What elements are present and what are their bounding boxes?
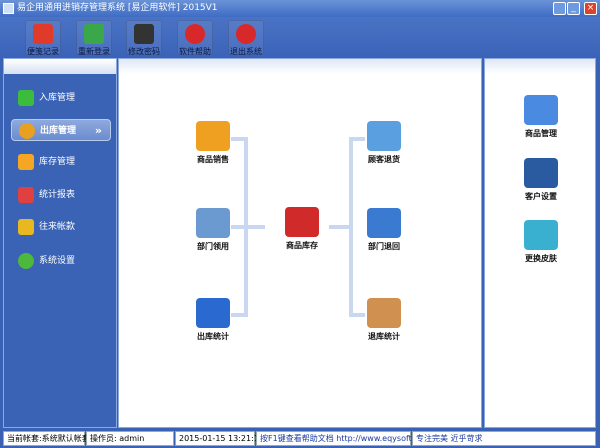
pie-chart-icon	[19, 123, 35, 139]
status-operator: 操作员: admin	[86, 431, 174, 446]
close-button[interactable]: ×	[584, 2, 597, 15]
folder-icon	[196, 208, 230, 238]
sidebar-item-label: 统计报表	[39, 190, 76, 200]
sidebar-item-4[interactable]: 往来帐款	[11, 216, 111, 238]
node-label: 部门领用	[197, 242, 229, 251]
sidebar-item-label: 出库管理	[40, 126, 77, 136]
node-label: 顾客退货	[368, 155, 400, 164]
minimize-button[interactable]: _	[567, 2, 580, 15]
sidebar-item-label: 库存管理	[39, 157, 76, 167]
help-icon	[185, 24, 205, 44]
node-label: 客户设置	[525, 192, 557, 201]
dollar-icon	[18, 219, 34, 235]
magic-wand-button[interactable]: 修改密码	[126, 20, 162, 56]
sidebar-item-3[interactable]: 统计报表	[11, 184, 111, 206]
toolbar-label: 重新登录	[78, 47, 110, 56]
title-bar: 易企用通用进销存管理系统 [易企用软件] 2015V1	[0, 0, 600, 17]
shortcut-2[interactable]: 更换皮肤	[511, 220, 571, 264]
power-icon	[236, 24, 256, 44]
shortcut-0[interactable]: 商品管理	[511, 95, 571, 139]
flow-node-left-0[interactable]: 商品销售	[183, 121, 243, 165]
flow-node-right-1[interactable]: 部门退回	[354, 208, 414, 252]
documents-icon	[524, 95, 558, 125]
flow-node-left-2[interactable]: 出库统计	[183, 298, 243, 342]
node-label: 商品管理	[525, 129, 557, 138]
status-account: 当前帐套:系统默认帐套	[3, 431, 90, 446]
sidebar-item-0[interactable]: 入库管理	[11, 87, 111, 109]
toolbar-label: 修改密码	[128, 47, 160, 56]
customers-icon	[524, 158, 558, 188]
truck-icon	[196, 121, 230, 151]
house-icon	[285, 207, 319, 237]
magic-wand-icon	[134, 24, 154, 44]
power-button[interactable]: 退出系统	[228, 20, 264, 56]
plus-icon	[18, 90, 34, 106]
help-button[interactable]: 软件帮助	[177, 20, 213, 56]
node-label: 商品销售	[197, 155, 229, 164]
gear-icon	[18, 253, 34, 269]
cart-icon	[367, 121, 401, 151]
node-label: 部门退回	[368, 242, 400, 251]
app-icon	[3, 3, 14, 14]
window-title: 易企用通用进销存管理系统 [易企用软件] 2015V1	[17, 3, 218, 13]
toolbar-label: 便笺记录	[27, 47, 59, 56]
users-icon	[84, 24, 104, 44]
node-label: 出库统计	[197, 332, 229, 341]
flow-node-left-1[interactable]: 部门领用	[183, 208, 243, 252]
shortcut-1[interactable]: 客户设置	[511, 158, 571, 202]
status-bar: 当前帐套:系统默认帐套 操作员: admin 2015-01-15 13:21:…	[0, 428, 600, 448]
sidebar-item-label: 系统设置	[39, 256, 76, 266]
cursor-icon	[196, 298, 230, 328]
flow-node-right-2[interactable]: 退库统计	[354, 298, 414, 342]
flow-node-right-0[interactable]: 顾客退货	[354, 121, 414, 165]
node-label: 退库统计	[368, 332, 400, 341]
box-icon	[367, 298, 401, 328]
status-help[interactable]: 按F1键查看帮助文档 http://www.eqysoft.com/	[256, 431, 434, 446]
node-label: 更换皮肤	[525, 254, 557, 263]
sidebar-item-1[interactable]: 出库管理 »	[11, 119, 111, 141]
toolbar: 便笺记录 重新登录 修改密码 软件帮助 退出系统	[0, 17, 600, 58]
users-button[interactable]: 重新登录	[76, 20, 112, 56]
shortcut-panel: 商品管理客户设置更换皮肤	[484, 58, 596, 428]
sidebar-item-5[interactable]: 系统设置	[11, 250, 111, 272]
minimize-button-2[interactable]	[553, 2, 566, 15]
node-label: 商品库存	[286, 241, 318, 250]
flow-node-center[interactable]: 商品库存	[272, 207, 332, 251]
toolbar-label: 退出系统	[230, 47, 262, 56]
star-icon	[18, 154, 34, 170]
flow-panel: 商品销售部门领用出库统计 商品库存 顾客退货部门退回退库统计	[118, 58, 482, 428]
sidebar-item-label: 入库管理	[39, 93, 76, 103]
database-icon	[367, 208, 401, 238]
status-datetime: 2015-01-15 13:21:16	[175, 431, 264, 446]
status-slogan: 专注完美 近乎苛求	[412, 431, 596, 446]
cubes-icon	[524, 220, 558, 250]
toolbar-label: 软件帮助	[179, 47, 211, 56]
notepad-button[interactable]: 便笺记录	[25, 20, 61, 56]
expand-arrow-icon: »	[94, 124, 102, 137]
notepad-icon	[33, 24, 53, 44]
bar-chart-icon	[18, 187, 34, 203]
connector-line	[329, 225, 353, 229]
sidebar-item-label: 往来帐款	[39, 222, 76, 232]
sidebar-item-2[interactable]: 库存管理	[11, 151, 111, 173]
sidebar: 入库管理出库管理 » 库存管理统计报表往来帐款系统设置	[3, 58, 117, 428]
